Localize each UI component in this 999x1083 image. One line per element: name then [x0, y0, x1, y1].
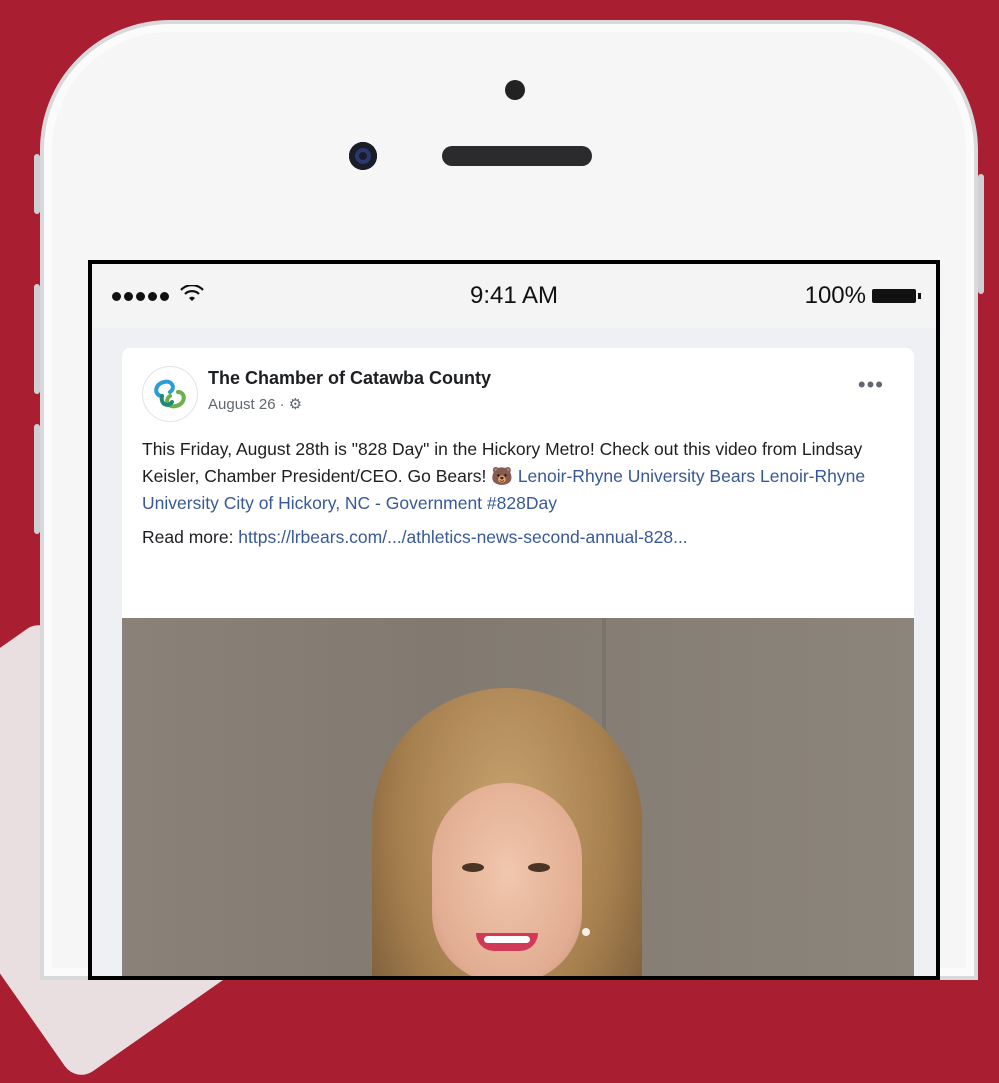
screen-content: 9:41 AM 100% The Chamber of Catawba Coun…	[92, 264, 936, 976]
phone-volume-up-button	[34, 284, 40, 394]
person-face	[432, 783, 590, 976]
front-camera	[349, 142, 377, 170]
post-body: This Friday, August 28th is "828 Day" in…	[122, 422, 914, 517]
post-text: This Friday, August 28th is "828 Day" in…	[142, 439, 863, 486]
chamber-logo-icon[interactable]	[142, 366, 198, 422]
post-date[interactable]: August 26	[208, 396, 276, 413]
more-icon[interactable]: •••	[858, 372, 884, 398]
phone-frame: 9:41 AM 100% The Chamber of Catawba Coun…	[34, 20, 984, 980]
page-name-link[interactable]: The Chamber of Catawba County	[208, 368, 491, 389]
read-more-label: Read more:	[142, 527, 239, 547]
meta-separator: ·	[279, 395, 285, 413]
status-time: 9:41 AM	[469, 282, 559, 309]
person-eye-left	[462, 863, 484, 872]
video-person	[332, 688, 692, 976]
tag-lenoir-rhyne-bears[interactable]: Lenoir-Rhyne University Bears	[518, 466, 755, 486]
person-earring	[582, 928, 590, 936]
post-header: The Chamber of Catawba County August 26 …	[122, 348, 914, 422]
read-more-link[interactable]: https://lrbears.com/.../athletics-news-s…	[238, 527, 687, 547]
battery-icon	[872, 289, 921, 303]
post-author-block: The Chamber of Catawba County August 26 …	[208, 366, 491, 413]
proximity-sensor	[505, 80, 525, 100]
phone-volume-down-button	[34, 424, 40, 534]
post-video[interactable]	[122, 618, 914, 976]
person-smile	[476, 933, 538, 951]
phone-screen: 9:41 AM 100% The Chamber of Catawba Coun…	[88, 260, 940, 980]
person-eye-right	[528, 863, 550, 872]
phone-side-button	[34, 154, 40, 214]
status-bar: 9:41 AM 100%	[92, 264, 936, 328]
phone-power-button	[978, 174, 984, 294]
tag-city-of-hickory[interactable]: City of Hickory, NC - Government	[224, 493, 482, 513]
hashtag-link[interactable]: #828Day	[487, 493, 557, 513]
earpiece-speaker	[442, 146, 592, 166]
post-meta: August 26 · ⚙	[208, 395, 491, 414]
globe-icon: ⚙	[288, 396, 303, 413]
read-more-line: Read more: https://lrbears.com/.../athle…	[122, 517, 914, 548]
facebook-post: The Chamber of Catawba County August 26 …	[122, 348, 914, 976]
